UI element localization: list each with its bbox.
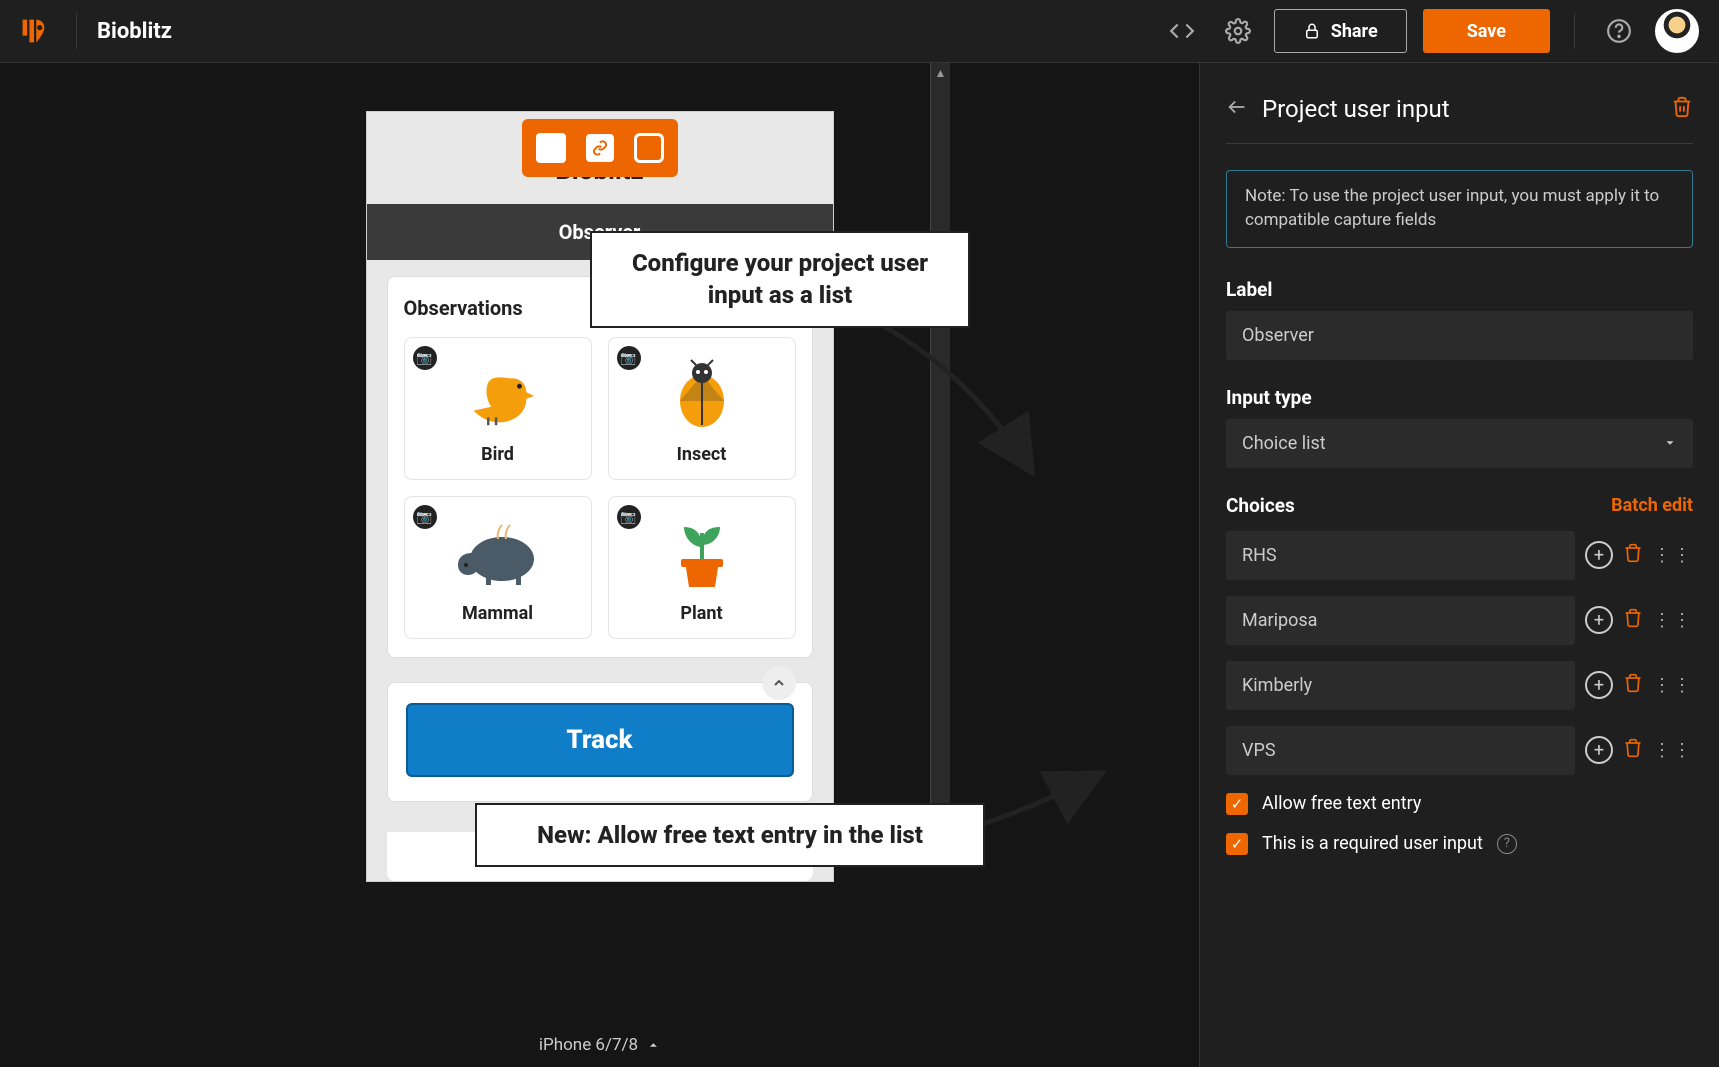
delete-choice-button[interactable]: [1623, 737, 1643, 763]
top-header: Bioblitz Share Save: [0, 0, 1719, 63]
label-field-label: Label: [1226, 278, 1693, 301]
arrow-icon: [970, 761, 1110, 841]
required-checkbox[interactable]: ✓: [1226, 833, 1248, 855]
batch-edit-button[interactable]: Batch edit: [1611, 495, 1693, 516]
toolbar-link-button[interactable]: [586, 134, 614, 162]
add-choice-button[interactable]: +: [1585, 606, 1613, 634]
input-type-label: Input type: [1226, 386, 1693, 409]
bird-icon: [415, 356, 581, 434]
project-title: Bioblitz: [97, 19, 172, 44]
required-row: ✓ This is a required user input ?: [1226, 833, 1693, 855]
delete-choice-button[interactable]: [1623, 542, 1643, 568]
add-choice-button[interactable]: +: [1585, 671, 1613, 699]
canvas-area: Bioblitz Observer Observations 📷 Bird: [0, 63, 1199, 1067]
camera-icon: 📷: [413, 505, 437, 529]
camera-icon: 📷: [617, 505, 641, 529]
obs-item-mammal[interactable]: 📷 Mammal: [404, 496, 592, 639]
callout-configure: Configure your project user input as a l…: [590, 231, 970, 328]
header-separator-2: [1574, 13, 1575, 49]
allow-free-text-row: ✓ Allow free text entry: [1226, 793, 1693, 815]
drag-handle[interactable]: ⋮⋮: [1653, 675, 1693, 696]
choice-input[interactable]: [1226, 531, 1575, 580]
back-button[interactable]: [1226, 96, 1248, 122]
obs-item-label: Mammal: [415, 603, 581, 624]
insect-icon: [619, 356, 785, 434]
delete-choice-button[interactable]: [1623, 672, 1643, 698]
delete-choice-button[interactable]: [1623, 607, 1643, 633]
obs-item-insect[interactable]: 📷 Insect: [608, 337, 796, 480]
save-button[interactable]: Save: [1423, 9, 1550, 53]
user-avatar[interactable]: [1655, 9, 1699, 53]
choice-input[interactable]: [1226, 726, 1575, 775]
obs-item-plant[interactable]: 📷 Plant: [608, 496, 796, 639]
track-card: Track: [387, 682, 813, 802]
arrow-icon: [840, 299, 1060, 499]
obs-item-label: Plant: [619, 603, 785, 624]
choice-input[interactable]: [1226, 596, 1575, 645]
obs-item-label: Bird: [415, 444, 581, 465]
camera-icon: 📷: [617, 346, 641, 370]
choice-row: + ⋮⋮: [1226, 661, 1693, 710]
choice-row: + ⋮⋮: [1226, 531, 1693, 580]
plant-icon: [619, 515, 785, 593]
embed-code-button[interactable]: [1162, 11, 1202, 51]
drag-handle[interactable]: ⋮⋮: [1653, 740, 1693, 761]
choice-row: + ⋮⋮: [1226, 596, 1693, 645]
note-box: Note: To use the project user input, you…: [1226, 170, 1693, 248]
choices-label: Choices: [1226, 494, 1295, 517]
obs-item-bird[interactable]: 📷 Bird: [404, 337, 592, 480]
panel-title: Project user input: [1262, 95, 1657, 123]
chevron-up-icon: [646, 1038, 660, 1052]
chevron-down-icon: [1663, 436, 1677, 450]
header-separator: [76, 13, 77, 49]
observations-card: Observations 📷 Bird 📷: [387, 276, 813, 658]
camera-icon: 📷: [413, 346, 437, 370]
toolbar-block-button[interactable]: [536, 133, 566, 163]
scroll-up-icon[interactable]: ▲: [935, 66, 947, 80]
drag-handle[interactable]: ⋮⋮: [1653, 545, 1693, 566]
help-button[interactable]: [1599, 11, 1639, 51]
app-logo-icon: [20, 15, 48, 47]
choice-row: + ⋮⋮: [1226, 726, 1693, 775]
delete-button[interactable]: [1671, 95, 1693, 123]
mammal-icon: [415, 515, 581, 593]
share-button-label: Share: [1331, 21, 1378, 42]
drag-handle[interactable]: ⋮⋮: [1653, 610, 1693, 631]
phone-preview: Bioblitz Observer Observations 📷 Bird: [366, 111, 834, 882]
collapse-button[interactable]: [762, 666, 796, 700]
allow-free-text-label: Allow free text entry: [1262, 793, 1421, 814]
toolbar-expand-button[interactable]: [634, 133, 664, 163]
required-label: This is a required user input: [1262, 833, 1483, 854]
input-type-select[interactable]: Choice list: [1226, 419, 1693, 468]
element-toolbar: [522, 119, 678, 177]
add-choice-button[interactable]: +: [1585, 541, 1613, 569]
properties-panel: Project user input Note: To use the proj…: [1199, 63, 1719, 1067]
help-icon[interactable]: ?: [1497, 834, 1517, 854]
observations-title: Observations: [404, 296, 523, 320]
callout-free-text: New: Allow free text entry in the list: [475, 803, 985, 867]
obs-item-label: Insect: [619, 444, 785, 465]
choice-input[interactable]: [1226, 661, 1575, 710]
allow-free-text-checkbox[interactable]: ✓: [1226, 793, 1248, 815]
panel-divider: [1226, 143, 1693, 144]
track-button[interactable]: Track: [406, 703, 794, 777]
share-button[interactable]: Share: [1274, 9, 1407, 53]
add-choice-button[interactable]: +: [1585, 736, 1613, 764]
settings-button[interactable]: [1218, 11, 1258, 51]
label-input[interactable]: [1226, 311, 1693, 360]
device-selector[interactable]: iPhone 6/7/8: [539, 1035, 660, 1055]
